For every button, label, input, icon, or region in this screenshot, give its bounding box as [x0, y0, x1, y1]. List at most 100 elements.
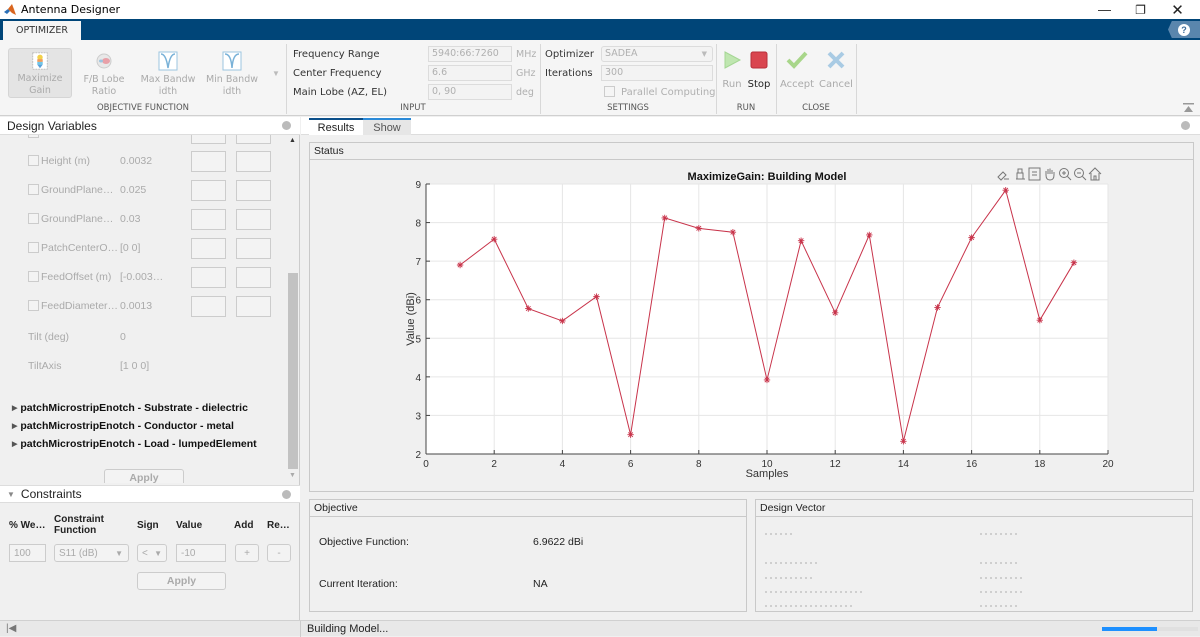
legend-icon[interactable]: [1028, 167, 1041, 181]
collapse-left-icon[interactable]: |◀: [6, 623, 16, 634]
center-frequency-input[interactable]: 6.6: [428, 65, 512, 81]
design-variable-row-clipped: [28, 135, 278, 144]
stop-button[interactable]: Stop: [744, 50, 774, 90]
design-variable-name: TiltAxis: [28, 360, 62, 372]
data-point-marker[interactable]: [900, 438, 907, 445]
cancel-button[interactable]: Cancel: [818, 50, 854, 90]
tab-show[interactable]: Show: [363, 118, 411, 135]
zoom-out-icon[interactable]: [1074, 168, 1087, 181]
constraint-function-dropdown[interactable]: S11 (dB) ▼: [54, 544, 129, 562]
lower-bound-input[interactable]: [191, 151, 226, 172]
maximize-gain-button[interactable]: Maximize Gain: [8, 48, 72, 98]
design-variable-name: FeedDiameter…: [41, 300, 119, 312]
lower-bound-input[interactable]: [191, 296, 226, 317]
main-lobe-input[interactable]: 0, 90: [428, 84, 512, 100]
collapse-toolstrip-button[interactable]: [1183, 103, 1194, 113]
help-button[interactable]: ?: [1168, 21, 1200, 38]
design-variable-checkbox[interactable]: [28, 300, 39, 311]
close-window-button[interactable]: ✕: [1155, 0, 1200, 19]
brush-icon[interactable]: [997, 171, 1009, 181]
design-variable-checkbox[interactable]: [28, 242, 39, 253]
pan-icon[interactable]: [1045, 168, 1055, 181]
constraint-weight-input[interactable]: 100: [9, 544, 46, 562]
constraint-sign-dropdown[interactable]: < ▼: [137, 544, 167, 562]
iterations-input[interactable]: 300: [601, 65, 713, 81]
constraint-header-add: Add: [234, 520, 254, 531]
scroll-thumb[interactable]: [288, 273, 298, 469]
panel-close-icon[interactable]: [1181, 121, 1190, 130]
parallel-computing-checkbox[interactable]: [604, 86, 615, 97]
section-substrate[interactable]: ▶ patchMicrostripEnotch - Substrate - die…: [12, 402, 248, 414]
constraint-header-weight: % We…: [9, 520, 46, 531]
run-button[interactable]: Run: [717, 50, 747, 90]
constraint-header-function: Constraint Function: [54, 514, 104, 536]
section-divider: [856, 44, 857, 114]
home-icon[interactable]: [1088, 167, 1102, 181]
scroll-down-icon[interactable]: ▼: [289, 472, 296, 479]
y-tick-label: 9: [415, 180, 421, 191]
design-variable-checkbox[interactable]: [28, 271, 39, 282]
add-constraint-button[interactable]: +: [235, 544, 259, 562]
zoom-in-icon[interactable]: [1059, 168, 1072, 181]
frequency-range-input[interactable]: 5940:66:7260: [428, 46, 512, 62]
tab-results[interactable]: Results: [309, 118, 363, 135]
scroll-up-icon[interactable]: ▲: [289, 137, 296, 144]
remove-constraint-button[interactable]: -: [267, 544, 291, 562]
data-point-marker[interactable]: [593, 293, 600, 300]
upper-bound-input[interactable]: [236, 296, 271, 317]
design-variable-checkbox[interactable]: [28, 213, 39, 224]
constraints-header: ▼ Constraints: [0, 485, 300, 503]
section-conductor[interactable]: ▶ patchMicrostripEnotch - Conductor - met…: [12, 420, 234, 432]
design-vector-entry-value: [980, 605, 1020, 607]
data-point-marker[interactable]: [559, 317, 566, 325]
data-point-marker[interactable]: [797, 237, 805, 244]
design-variable-value: 0.0013: [120, 300, 153, 312]
section-load[interactable]: ▶ patchMicrostripEnotch - Load - lumpedEl…: [12, 438, 257, 450]
chevron-down-icon: ▼: [115, 548, 123, 558]
max-bandwidth-button[interactable]: Max Bandw idth: [136, 48, 200, 98]
data-tips-icon[interactable]: [1016, 168, 1025, 180]
data-point-marker[interactable]: [968, 234, 975, 241]
data-point-marker[interactable]: [729, 229, 737, 236]
objective-gallery-expand[interactable]: ▼: [268, 44, 284, 102]
y-tick-label: 3: [415, 411, 421, 422]
toolstrip: Maximize Gain F/B Lobe Ratio Max Bandw i…: [0, 40, 1200, 116]
design-variable-checkbox[interactable]: [28, 184, 39, 195]
data-point-marker[interactable]: [763, 376, 771, 384]
iterations-label: Iterations: [545, 68, 593, 79]
design-variable-name: Tilt (deg): [28, 331, 70, 343]
design-vector-entry-name: [765, 533, 793, 535]
constraints-apply-button[interactable]: Apply: [137, 572, 226, 590]
design-variables-scrollbar[interactable]: ▲ ▼: [287, 135, 299, 483]
data-point-marker[interactable]: [934, 304, 941, 311]
design-variable-name: Height (m): [41, 155, 91, 167]
minimize-icon: —: [1098, 2, 1111, 17]
upper-bound-input[interactable]: [236, 267, 271, 288]
collapse-triangle-icon[interactable]: ▼: [7, 490, 15, 499]
design-variables-apply-button[interactable]: Apply: [104, 469, 184, 483]
design-variable-value: [1 0 0]: [120, 360, 150, 372]
accept-button[interactable]: Accept: [779, 50, 815, 90]
fb-lobe-ratio-button[interactable]: F/B Lobe Ratio: [72, 48, 136, 98]
data-point-marker[interactable]: [695, 225, 702, 232]
lower-bound-input[interactable]: [191, 238, 226, 259]
upper-bound-input[interactable]: [236, 180, 271, 201]
panel-close-icon[interactable]: [282, 489, 291, 499]
constraint-value-input[interactable]: -10: [176, 544, 226, 562]
design-vector-entry-value: [980, 591, 1023, 593]
lower-bound-input[interactable]: [191, 180, 226, 201]
design-variable-checkbox[interactable]: [28, 155, 39, 166]
data-point-marker[interactable]: [627, 431, 634, 438]
tab-optimizer[interactable]: OPTIMIZER: [3, 21, 81, 40]
panel-close-icon[interactable]: [282, 121, 291, 130]
optimization-chart[interactable]: 0 2 4 6 8 10 12 14 16 18 2023456789 MaximizeGain: …: [310, 161, 1193, 492]
main-lobe-label: Main Lobe (AZ, EL): [293, 87, 387, 98]
lower-bound-input[interactable]: [191, 267, 226, 288]
main-lobe-unit: deg: [516, 87, 534, 98]
upper-bound-input[interactable]: [236, 151, 271, 172]
min-bandwidth-button[interactable]: Min Bandw idth: [200, 48, 264, 98]
upper-bound-input[interactable]: [236, 238, 271, 259]
lower-bound-input[interactable]: [191, 209, 226, 230]
optimizer-dropdown[interactable]: SADEA ▼: [601, 46, 713, 62]
upper-bound-input[interactable]: [236, 209, 271, 230]
